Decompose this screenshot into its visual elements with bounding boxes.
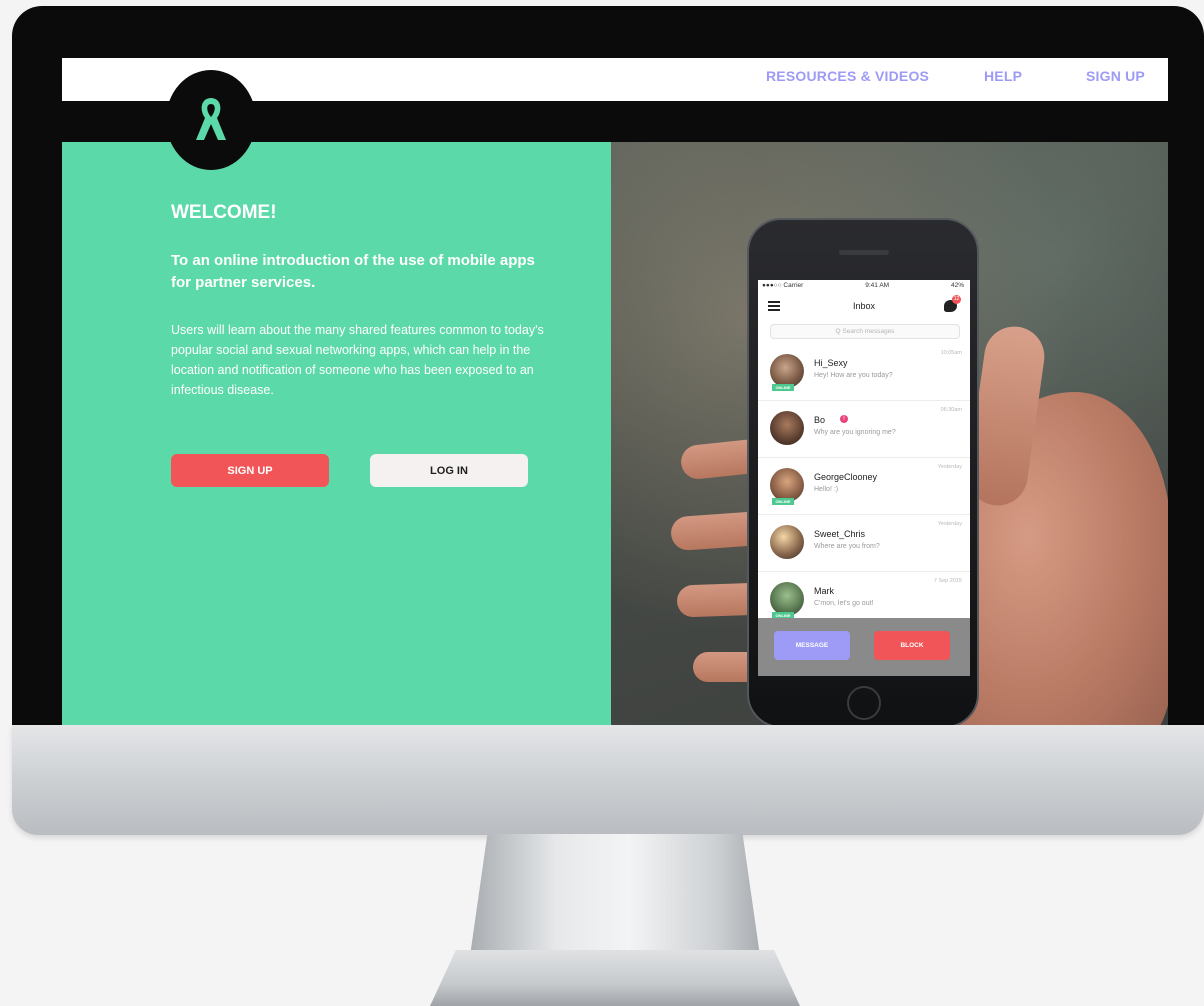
message-row[interactable]: ONLINE Hi_Sexy Hey! How are you today? 1…	[758, 344, 970, 401]
log-in-button[interactable]: LOG IN	[370, 454, 528, 487]
message-sender: Hi_Sexy	[814, 358, 848, 368]
avatar	[770, 468, 804, 502]
message-preview: Hello! :)	[814, 486, 839, 493]
phone-speaker	[839, 250, 889, 255]
smartphone: ●●●○○ Carrier 9:41 AM 42% Inbox 12 Q Sea…	[747, 218, 979, 725]
welcome-panel: WELCOME! To an online introduction of th…	[62, 142, 611, 725]
inbox-header: Inbox 12	[758, 294, 970, 320]
hero-photo: ●●●○○ Carrier 9:41 AM 42% Inbox 12 Q Sea…	[611, 142, 1168, 725]
message-sender: GeorgeClooney	[814, 472, 878, 482]
online-tag: ONLINE	[772, 384, 794, 391]
avatar	[770, 354, 804, 388]
sign-up-button[interactable]: SIGN UP	[171, 454, 329, 487]
welcome-heading: WELCOME!	[171, 202, 277, 223]
monitor-stand-neck	[470, 834, 760, 956]
ribbon-icon	[196, 98, 226, 140]
inbox-title: Inbox	[852, 301, 876, 311]
message-preview: C'mon, let's go out!	[814, 600, 874, 607]
battery-level: 42%	[950, 282, 964, 289]
carrier-label: ●●●○○ Carrier	[762, 282, 804, 289]
avatar	[770, 525, 804, 559]
block-button[interactable]: BLOCK	[874, 631, 950, 660]
message-row[interactable]: Bo ! Why are you ignoring me? 06:30am	[758, 401, 970, 458]
status-time: 9:41 AM	[865, 282, 890, 289]
site-logo[interactable]	[166, 70, 256, 170]
message-preview: Why are you ignoring me?	[814, 429, 896, 436]
message-sender: Mark	[814, 586, 834, 596]
status-bar: ●●●○○ Carrier 9:41 AM 42%	[758, 280, 970, 292]
message-row[interactable]: ONLINE GeorgeClooney Hello! :) Yesterday	[758, 458, 970, 515]
monitor-stand-foot	[430, 950, 800, 1006]
alert-badge: !	[840, 415, 848, 423]
action-bar: MESSAGE BLOCK	[758, 618, 970, 676]
message-list: ONLINE Hi_Sexy Hey! How are you today? 1…	[758, 344, 970, 629]
home-button	[847, 686, 881, 720]
phone-screen: ●●●○○ Carrier 9:41 AM 42% Inbox 12 Q Sea…	[758, 280, 970, 676]
message-sender: Sweet_Chris	[814, 529, 866, 539]
message-row[interactable]: Sweet_Chris Where are you from? Yesterda…	[758, 515, 970, 572]
message-sender: Bo	[814, 415, 826, 425]
online-tag: ONLINE	[772, 498, 794, 505]
nav-sign-up[interactable]: SIGN UP	[1086, 68, 1145, 88]
message-time: 10:05am	[940, 350, 962, 356]
message-button[interactable]: MESSAGE	[774, 631, 850, 660]
message-preview: Hey! How are you today?	[814, 372, 893, 379]
chat-badge: 12	[952, 295, 961, 304]
monitor-chin	[12, 725, 1204, 835]
intro-description: Users will learn about the many shared f…	[171, 323, 544, 397]
avatar	[770, 411, 804, 445]
message-time: Yesterday	[937, 464, 962, 470]
nav-help[interactable]: HELP	[984, 68, 1022, 88]
message-time: 06:30am	[940, 407, 962, 413]
search-input[interactable]: Q Search messages	[770, 324, 960, 339]
monitor-screen: RESOURCES & VIDEOS HELP SIGN UP WELCOME!…	[62, 58, 1168, 725]
message-time: 7 Sep 2015	[933, 578, 962, 584]
imac-mockup: RESOURCES & VIDEOS HELP SIGN UP WELCOME!…	[0, 0, 1204, 1006]
message-time: Yesterday	[937, 521, 962, 527]
avatar	[770, 582, 804, 616]
nav-resources-videos[interactable]: RESOURCES & VIDEOS	[766, 68, 929, 88]
message-preview: Where are you from?	[814, 543, 880, 550]
intro-subheading: To an online introduction of the use of …	[171, 252, 535, 291]
